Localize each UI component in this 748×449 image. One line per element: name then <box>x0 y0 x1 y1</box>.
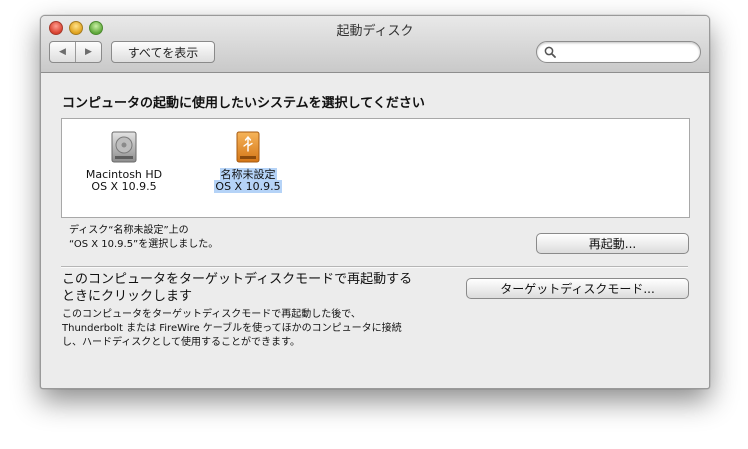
disk-os-version: OS X 10.9.5 <box>91 180 157 193</box>
target-mode-desc-line-1: このコンピュータをターゲットディスクモードで再起動した後で、 <box>62 309 361 320</box>
nav-button-group: ◀ ▶ <box>49 41 102 63</box>
disk-item-untitled[interactable]: 名称未設定 OS X 10.9.5 <box>198 129 298 193</box>
show-all-button[interactable]: すべてを表示 <box>111 41 215 63</box>
disk-os-version: OS X 10.9.5 <box>214 180 282 193</box>
target-mode-desc-line-2: Thunderbolt または FireWire ケーブルを使ってほかのコンピュ… <box>62 323 402 334</box>
back-arrow-icon: ◀ <box>59 47 66 57</box>
target-mode-title-line-2: ときにクリックします <box>62 289 193 304</box>
disk-item-macintosh-hd[interactable]: Macintosh HD OS X 10.9.5 <box>74 129 174 193</box>
restart-button[interactable]: 再起動... <box>536 233 689 254</box>
divider <box>61 266 688 268</box>
startup-disk-window: 起動ディスク ◀ ▶ すべてを表示 コンピュータの起動に使用したいシステムを選択… <box>40 15 710 389</box>
forward-arrow-icon: ▶ <box>85 47 92 57</box>
forward-button[interactable]: ▶ <box>75 42 101 62</box>
page-heading: コンピュータの起動に使用したいシステムを選択してください <box>62 96 425 111</box>
window-title: 起動ディスク <box>336 24 414 39</box>
back-button[interactable]: ◀ <box>50 42 75 62</box>
internal-hard-disk-icon <box>106 129 142 165</box>
magnifier-icon <box>544 46 556 58</box>
status-line-1: ディスク“名称未設定”上の <box>69 225 189 236</box>
disk-list: Macintosh HD OS X 10.9.5 名称未設定 OS X 10.9… <box>61 118 690 218</box>
status-line-2: “OS X 10.9.5”を選択しました。 <box>69 239 219 250</box>
search-field[interactable] <box>536 41 701 63</box>
target-mode-title: このコンピュータをターゲットディスクモードで再起動する ときにクリックします <box>62 271 442 305</box>
selection-status: ディスク“名称未設定”上の “OS X 10.9.5”を選択しました。 <box>69 224 218 252</box>
search-input[interactable] <box>559 44 693 60</box>
target-mode-title-line-1: このコンピュータをターゲットディスクモードで再起動する <box>62 272 413 287</box>
usb-disk-icon <box>230 129 266 165</box>
target-mode-desc-line-3: し、ハードディスクとして使用することができます。 <box>62 337 300 348</box>
target-disk-mode-button[interactable]: ターゲットディスクモード... <box>466 278 689 299</box>
target-mode-description: このコンピュータをターゲットディスクモードで再起動した後で、 Thunderbo… <box>62 308 502 350</box>
title-bar: 起動ディスク ◀ ▶ すべてを表示 <box>41 16 709 73</box>
